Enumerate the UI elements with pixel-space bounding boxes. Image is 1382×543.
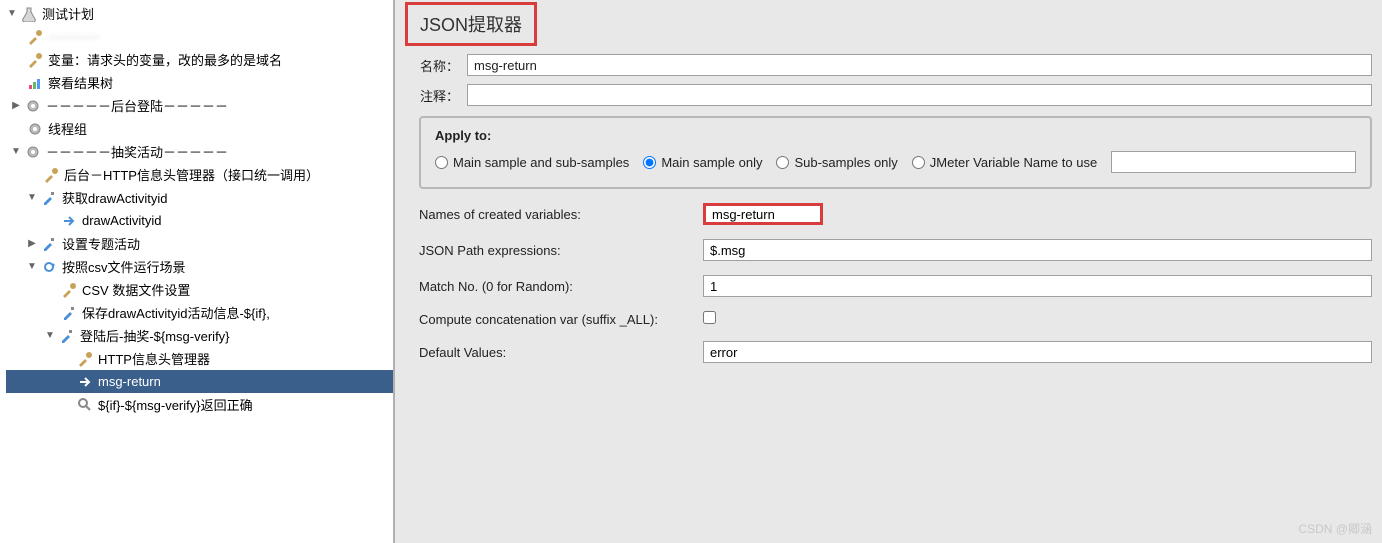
radio-main-only[interactable]: Main sample only <box>643 155 762 170</box>
default-input[interactable] <box>703 341 1372 363</box>
matchno-label: Match No. (0 for Random): <box>419 279 703 294</box>
tree-label: 获取drawActivityid <box>61 188 167 207</box>
arrow-right-icon <box>60 212 78 230</box>
name-label: 名称： <box>419 56 467 75</box>
tree-node-separator-login[interactable]: ▶ －－－－－后台登陆－－－－－ <box>6 94 393 117</box>
magnifier-icon <box>76 396 94 414</box>
tree-label: drawActivityid <box>81 213 161 228</box>
jsonpath-input[interactable] <box>703 239 1372 261</box>
tree-node-get-draw[interactable]: ▼ 获取drawActivityid <box>6 186 393 209</box>
test-plan-tree: ▼ 测试计划 ············ 变量：请求头的变量，改的最多的是域名 察… <box>0 0 393 416</box>
wrench-icon <box>60 281 78 299</box>
tree-label: 变量：请求头的变量，改的最多的是域名 <box>47 50 282 69</box>
tree-node-http-header-mgr-1[interactable]: 后台－HTTP信息头管理器（接口统一调用） <box>6 163 393 186</box>
wrench-icon <box>42 166 60 184</box>
gear-icon <box>24 97 42 115</box>
tree-node-csv-scene[interactable]: ▼ 按照csv文件运行场景 <box>6 255 393 278</box>
tree-label-blurred: ············ <box>47 29 100 44</box>
loop-icon <box>40 258 58 276</box>
tree-label: HTTP信息头管理器 <box>97 349 210 368</box>
tree-label: －－－－－后台登陆－－－－－ <box>45 96 228 115</box>
tree-label: 按照csv文件运行场景 <box>61 257 186 276</box>
tree-label: ${if}-${msg-verify}返回正确 <box>97 395 253 414</box>
arrow-right-icon <box>76 373 94 391</box>
tree-node-verify-correct[interactable]: ${if}-${msg-verify}返回正确 <box>6 393 393 416</box>
tree-label: 察看结果树 <box>47 73 113 92</box>
chevron-down-icon[interactable]: ▼ <box>44 330 56 341</box>
wrench-icon <box>76 350 94 368</box>
tree-node-blurred[interactable]: ············ <box>6 25 393 48</box>
apply-to-label: Apply to: <box>435 128 1356 143</box>
tree-node-save-draw[interactable]: 保存drawActivityid活动信息-${if}, <box>6 301 393 324</box>
chevron-right-icon[interactable]: ▶ <box>10 100 22 111</box>
tree-node-http-header-mgr-2[interactable]: HTTP信息头管理器 <box>6 347 393 370</box>
tree-label: 设置专题活动 <box>61 234 140 253</box>
chevron-down-icon[interactable]: ▼ <box>6 8 18 19</box>
tree-node-set-topic[interactable]: ▶ 设置专题活动 <box>6 232 393 255</box>
radio-label: Main sample and sub-samples <box>453 155 629 170</box>
name-row: 名称： <box>419 54 1372 76</box>
radio-label: Sub-samples only <box>794 155 897 170</box>
tree-node-login-after[interactable]: ▼ 登陆后-抽奖-${msg-verify} <box>6 324 393 347</box>
comment-label: 注释： <box>419 86 467 105</box>
radio-input[interactable] <box>776 156 789 169</box>
names-input[interactable] <box>703 203 823 225</box>
chevron-down-icon[interactable]: ▼ <box>26 192 38 203</box>
tree-node-separator-lottery[interactable]: ▼ －－－－－抽奖活动－－－－－ <box>6 140 393 163</box>
matchno-input[interactable] <box>703 275 1372 297</box>
results-tree-icon <box>26 74 44 92</box>
concat-label: Compute concatenation var (suffix _ALL): <box>419 312 703 327</box>
tree-label: CSV 数据文件设置 <box>81 280 190 299</box>
concat-checkbox[interactable] <box>703 311 716 324</box>
radio-input[interactable] <box>643 156 656 169</box>
editor-pane: JSON提取器 名称： 注释： Apply to: Main sample an… <box>395 0 1382 543</box>
chevron-down-icon[interactable]: ▼ <box>10 146 22 157</box>
jsonpath-label: JSON Path expressions: <box>419 243 703 258</box>
tree-node-view-results[interactable]: 察看结果树 <box>6 71 393 94</box>
names-label: Names of created variables: <box>419 207 703 222</box>
default-label: Default Values: <box>419 345 703 360</box>
extractor-fields: Names of created variables: JSON Path ex… <box>419 203 1372 363</box>
tree-node-msg-return[interactable]: msg-return <box>6 370 393 393</box>
panel-title: JSON提取器 <box>405 2 537 46</box>
comment-input[interactable] <box>467 84 1372 106</box>
radio-label: Main sample only <box>661 155 762 170</box>
dropper-icon <box>40 235 58 253</box>
tree-label: 测试计划 <box>41 4 94 23</box>
wrench-icon <box>26 28 44 46</box>
tree-pane: ▼ 测试计划 ············ 变量：请求头的变量，改的最多的是域名 察… <box>0 0 395 543</box>
comment-row: 注释： <box>419 84 1372 106</box>
tree-node-draw-id[interactable]: drawActivityid <box>6 209 393 232</box>
tree-label: 线程组 <box>47 119 87 138</box>
radio-input[interactable] <box>435 156 448 169</box>
wrench-icon <box>26 51 44 69</box>
apply-to-group: Apply to: Main sample and sub-samples Ma… <box>419 116 1372 189</box>
radio-jmeter-var[interactable]: JMeter Variable Name to use <box>912 155 1097 170</box>
dropper-icon <box>60 304 78 322</box>
tree-label: 登陆后-抽奖-${msg-verify} <box>79 326 230 345</box>
chevron-right-icon[interactable]: ▶ <box>26 238 38 249</box>
tree-label: msg-return <box>97 374 161 389</box>
radio-main-and-sub[interactable]: Main sample and sub-samples <box>435 155 629 170</box>
tree-label: －－－－－抽奖活动－－－－－ <box>45 142 228 161</box>
radio-sub-only[interactable]: Sub-samples only <box>776 155 897 170</box>
flask-icon <box>20 5 38 23</box>
chevron-down-icon[interactable]: ▼ <box>26 261 38 272</box>
name-input[interactable] <box>467 54 1372 76</box>
radio-input[interactable] <box>912 156 925 169</box>
tree-label: 后台－HTTP信息头管理器（接口统一调用） <box>63 165 319 184</box>
tree-node-thread-group[interactable]: 线程组 <box>6 117 393 140</box>
radio-label: JMeter Variable Name to use <box>930 155 1097 170</box>
watermark: CSDN @卿涵 <box>1298 520 1372 537</box>
dropper-icon <box>40 189 58 207</box>
tree-node-variables[interactable]: 变量：请求头的变量，改的最多的是域名 <box>6 48 393 71</box>
dropper-icon <box>58 327 76 345</box>
gear-icon <box>26 120 44 138</box>
tree-node-csv-data[interactable]: CSV 数据文件设置 <box>6 278 393 301</box>
gear-icon <box>24 143 42 161</box>
tree-label: 保存drawActivityid活动信息-${if}, <box>81 303 270 322</box>
jmeter-var-input[interactable] <box>1111 151 1356 173</box>
tree-root[interactable]: ▼ 测试计划 <box>6 2 393 25</box>
